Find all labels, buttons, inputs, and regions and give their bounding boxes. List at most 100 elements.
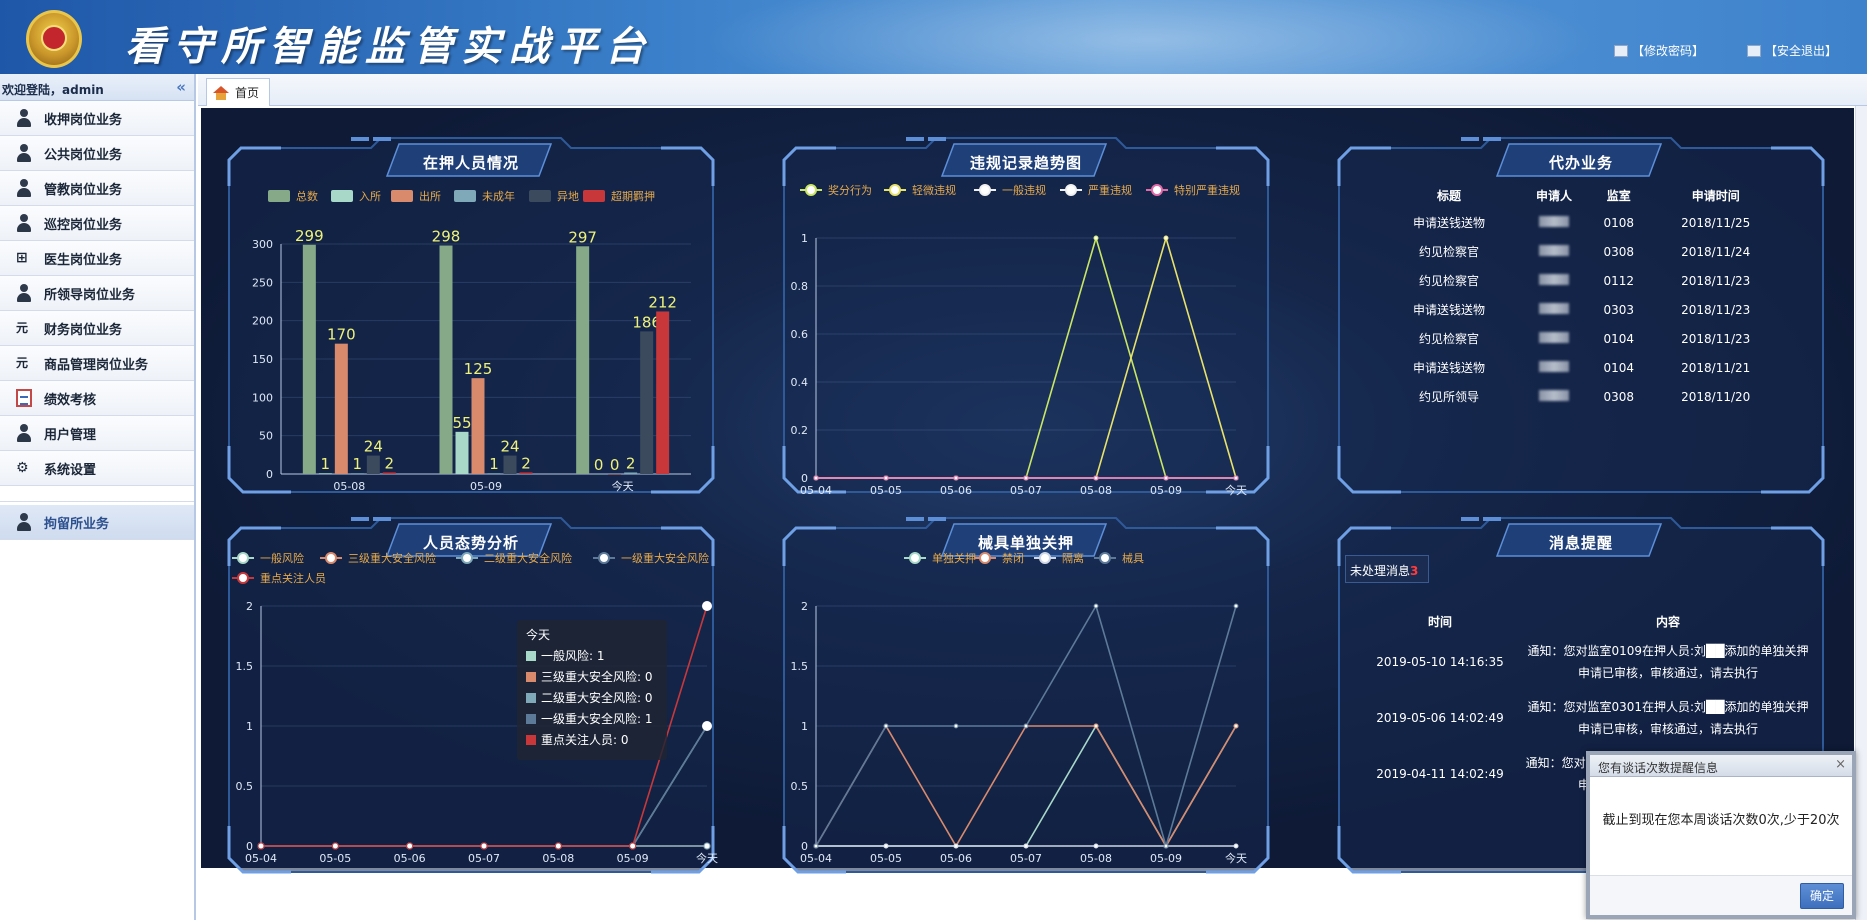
redacted-name bbox=[1539, 389, 1570, 401]
yuan-icon: 元 bbox=[16, 356, 29, 370]
cell-title: 约见所领导 bbox=[1419, 390, 1480, 404]
confirm-button[interactable]: 确定 bbox=[1800, 883, 1844, 909]
user-icon bbox=[16, 424, 32, 442]
plus-icon: ⊞ bbox=[16, 250, 28, 266]
sidebar-item-label: 收押岗位业务 bbox=[44, 112, 123, 128]
data-point bbox=[1093, 843, 1099, 849]
title-deco bbox=[1461, 137, 1479, 141]
data-point bbox=[331, 842, 339, 850]
column-header: 申请人 bbox=[1536, 188, 1573, 203]
legend-label: 械具 bbox=[1122, 551, 1144, 565]
legend-marker bbox=[237, 572, 249, 584]
bar bbox=[519, 472, 533, 474]
table-row[interactable]: 2019-05-06 14:02:49 通知：您对监室0301在押人员:刘██添加… bbox=[1355, 690, 1811, 746]
police-emblem-logo bbox=[26, 10, 82, 68]
data-point bbox=[1093, 723, 1099, 729]
data-point bbox=[883, 475, 889, 481]
sidebar-item[interactable]: 管教岗位业务 bbox=[0, 171, 194, 206]
data-point bbox=[1023, 843, 1029, 849]
table-row[interactable]: 约见检察官 0112 2018/11/23 bbox=[1379, 266, 1783, 295]
legend-marker bbox=[1065, 184, 1077, 196]
series-line bbox=[816, 235, 1237, 479]
y-tick-label: 0 bbox=[266, 468, 273, 481]
close-icon[interactable]: × bbox=[1835, 757, 1846, 772]
cell-applicant bbox=[1519, 237, 1589, 266]
panel-agency: 代办业务 标题 申请人 监室 申请时间 申请送钱送物 0108 2018/11/25… bbox=[1331, 126, 1831, 504]
cell-title: 申请送钱送物 bbox=[1413, 361, 1486, 375]
data-point bbox=[813, 843, 819, 849]
tooltip-swatch bbox=[526, 651, 536, 661]
cell-time: 2019-05-06 14:02:49 bbox=[1376, 711, 1504, 725]
sidebar-item[interactable]: 公共岗位业务 bbox=[0, 136, 194, 171]
legend-swatch bbox=[583, 190, 605, 202]
data-point bbox=[1233, 603, 1239, 609]
data-label: 298 bbox=[432, 228, 461, 246]
unprocessed-messages-badge[interactable]: 未处理消息3 bbox=[1345, 555, 1429, 583]
sidebar-item[interactable]: 绩效考核 bbox=[0, 381, 194, 416]
cell-applicant bbox=[1519, 324, 1589, 353]
sidebar-item[interactable]: ⚙ 系统设置 bbox=[0, 451, 194, 486]
situation-line-chart: 00.511.5205-04 05-05 05-06 05-07 05-08 05-09 今… bbox=[232, 551, 718, 865]
data-label: 125 bbox=[464, 360, 493, 378]
cell-date: 2018/11/24 bbox=[1681, 244, 1751, 259]
y-tick-label: 150 bbox=[252, 353, 273, 366]
logout-link[interactable]: 【安全退出】 bbox=[1747, 42, 1837, 59]
column-header: 时间 bbox=[1427, 614, 1452, 629]
data-point bbox=[953, 475, 959, 481]
data-point bbox=[406, 842, 414, 850]
tooltip-row: 重点关注人员: 0 bbox=[541, 732, 629, 747]
table-row[interactable]: 2019-05-10 14:16:35 通知：您对监室0109在押人员:刘██添加… bbox=[1355, 634, 1811, 690]
tooltip-swatch bbox=[526, 693, 536, 703]
sidebar-item[interactable]: 用户管理 bbox=[0, 416, 194, 451]
sidebar-item[interactable]: 元 商品管理岗位业务 bbox=[0, 346, 194, 381]
x-tick-label: 05-09 bbox=[1150, 484, 1182, 497]
sidebar-item-detention-business[interactable]: 拘留所业务 bbox=[0, 505, 194, 540]
y-tick-label: 0.5 bbox=[791, 780, 809, 793]
x-tick-label: 今天 bbox=[1225, 851, 1247, 865]
unprocessed-label: 未处理消息 bbox=[1350, 564, 1411, 578]
cell-date: 2018/11/21 bbox=[1681, 360, 1751, 375]
cell-content: 通知：您对监室0109在押人员:刘██添加的单独关押申请已审核，审核通过，请去执… bbox=[1527, 644, 1809, 680]
calendar-icon bbox=[16, 389, 32, 407]
sidebar-item[interactable]: 收押岗位业务 bbox=[0, 101, 194, 136]
y-tick-label: 1.5 bbox=[236, 660, 254, 673]
collapse-sidebar-icon[interactable]: « bbox=[176, 78, 186, 96]
y-tick-label: 300 bbox=[252, 238, 273, 251]
chart-tooltip: 今天一般风险: 1 三级重大安全风险: 0 二级重大安全风险: 0 一级重大安全风险:… bbox=[517, 620, 667, 760]
header-decoration bbox=[700, 0, 1600, 74]
sidebar: 欢迎登陆，admin « 收押岗位业务 公共岗位业务 管教岗位业务 巡控岗位业务 ⊞ 医生… bbox=[0, 74, 196, 920]
tooltip-row: 二级重大安全风险: 0 bbox=[541, 690, 653, 705]
edit-icon bbox=[1614, 44, 1628, 57]
sidebar-item[interactable]: 元 财务岗位业务 bbox=[0, 311, 194, 346]
person-icon bbox=[16, 284, 32, 302]
sidebar-item[interactable]: 巡控岗位业务 bbox=[0, 206, 194, 241]
menu-separator bbox=[0, 486, 194, 502]
tab-home[interactable]: 首页 bbox=[206, 78, 271, 106]
vertical-scrollbar[interactable] bbox=[1855, 106, 1867, 920]
sidebar-menu: 收押岗位业务公共岗位业务 管教岗位业务 巡控岗位业务 ⊞ 医生岗位业务 所领导岗位业务元 财… bbox=[0, 101, 194, 486]
dialog-footer: 确定 bbox=[1590, 875, 1852, 915]
agency-table: 标题 申请人 监室 申请时间 申请送钱送物 0108 2018/11/25 约见检察官… bbox=[1379, 182, 1783, 411]
data-label: 0 bbox=[594, 456, 604, 474]
cell-title: 申请送钱送物 bbox=[1413, 303, 1486, 317]
table-row[interactable]: 申请送钱送物 0104 2018/11/21 bbox=[1379, 353, 1783, 382]
reminder-dialog: 您有谈话次数提醒信息 × 截止到现在您本周谈话次数0次,少于20次 确定 bbox=[1586, 751, 1856, 919]
table-row[interactable]: 约见检察官 0104 2018/11/23 bbox=[1379, 324, 1783, 353]
x-tick-label: 05-07 bbox=[1010, 484, 1042, 497]
table-row[interactable]: 约见检察官 0308 2018/11/24 bbox=[1379, 237, 1783, 266]
table-row[interactable]: 约见所领导 0308 2018/11/20 bbox=[1379, 382, 1783, 411]
x-tick-label: 05-08 bbox=[542, 852, 574, 865]
column-header: 内容 bbox=[1655, 614, 1680, 629]
legend-swatch bbox=[268, 190, 290, 202]
tooltip-row: 三级重大安全风险: 0 bbox=[541, 669, 653, 684]
tooltip-swatch bbox=[526, 672, 536, 682]
bar bbox=[576, 246, 590, 474]
change-password-link[interactable]: 【修改密码】 bbox=[1614, 42, 1704, 59]
table-row[interactable]: 申请送钱送物 0108 2018/11/25 bbox=[1379, 208, 1783, 237]
sidebar-item[interactable]: 所领导岗位业务 bbox=[0, 276, 194, 311]
legend-label: 超期羁押 bbox=[611, 189, 655, 203]
sidebar-item[interactable]: ⊞ 医生岗位业务 bbox=[0, 241, 194, 276]
tooltip-row: 一级重大安全风险: 1 bbox=[541, 711, 653, 726]
cell-applicant bbox=[1519, 295, 1589, 324]
table-row[interactable]: 申请送钱送物 0303 2018/11/23 bbox=[1379, 295, 1783, 324]
